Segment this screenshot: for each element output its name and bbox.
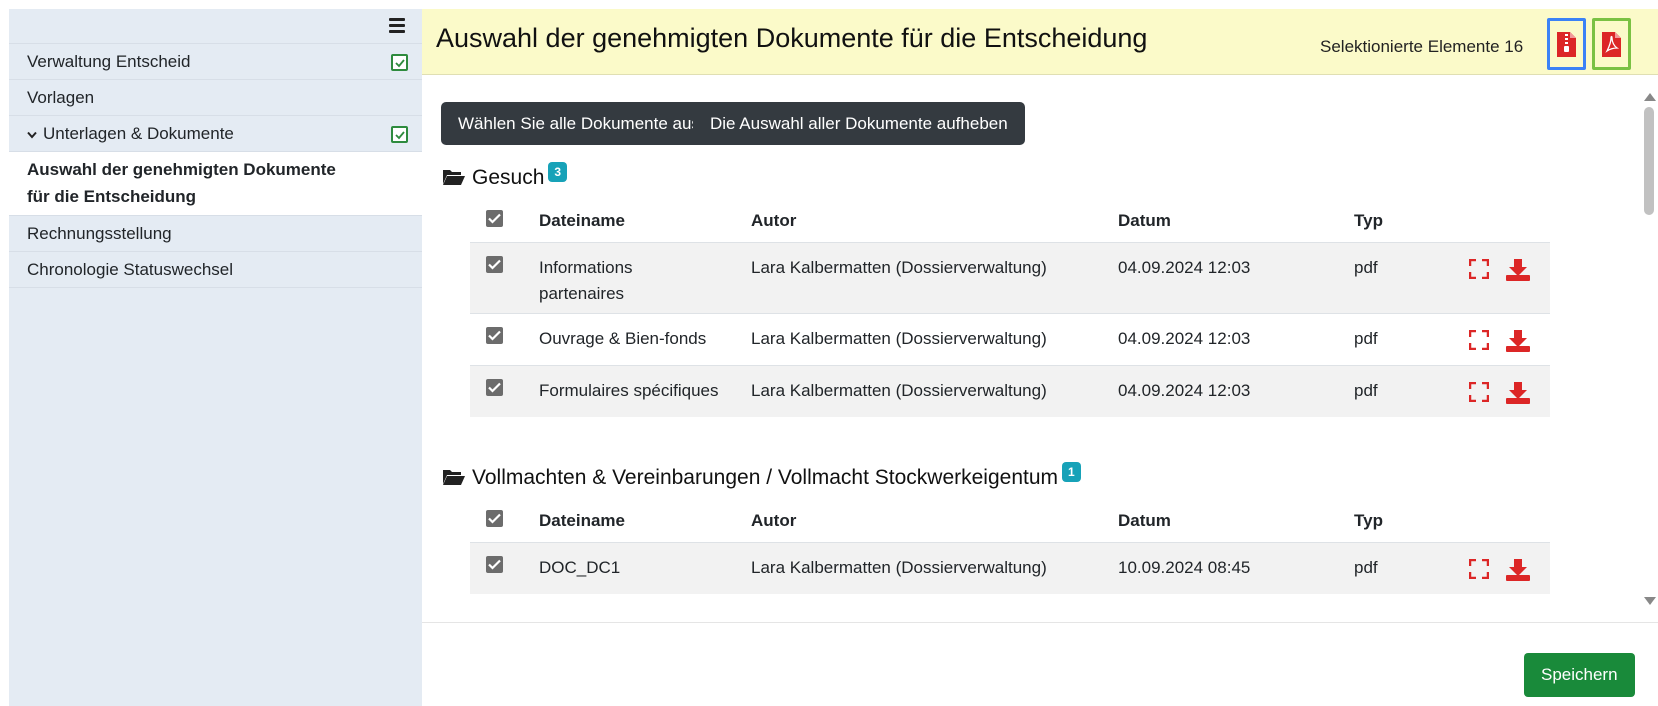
file-type: pdf — [1354, 328, 1378, 348]
hamburger-menu-icon[interactable] — [389, 18, 405, 33]
deselect-all-button[interactable]: Die Auswahl aller Dokumente aufheben — [693, 102, 1025, 145]
file-type: pdf — [1354, 257, 1378, 277]
column-header-date[interactable]: Datum — [1118, 500, 1354, 542]
sidebar-item-label: Auswahl der genehmigten Dokumente für di… — [27, 160, 336, 206]
expand-icon[interactable] — [1468, 258, 1490, 284]
check-icon — [391, 54, 408, 71]
table-row[interactable]: Ouvrage & Bien-fonds Lara Kalbermatten (… — [470, 312, 1550, 365]
scroll-down-arrow-icon[interactable] — [1644, 597, 1656, 605]
download-zip-button[interactable] — [1547, 18, 1586, 70]
column-header-type[interactable]: Typ — [1354, 200, 1469, 242]
vertical-scrollbar[interactable] — [1642, 85, 1656, 615]
file-author: Lara Kalbermatten (Dossierverwaltung) — [751, 380, 1047, 400]
table-header-row: Dateiname Autor Datum Typ — [470, 500, 1550, 542]
file-author: Lara Kalbermatten (Dossierverwaltung) — [751, 557, 1047, 577]
expand-icon[interactable] — [1468, 329, 1490, 355]
sidebar-item-auswahl-dokumente[interactable]: Auswahl der genehmigten Dokumente für di… — [9, 152, 422, 216]
pdf-file-icon — [1602, 32, 1621, 57]
section-title: Gesuch 3 — [442, 162, 568, 192]
sidebar-item-label: Vorlagen — [27, 88, 95, 107]
sidebar-item-label: Rechnungsstellung — [27, 224, 172, 243]
file-type: pdf — [1354, 557, 1378, 577]
section-title-text: Vollmachten & Vereinbarungen / Vollmacht… — [472, 466, 1059, 489]
column-header-date[interactable]: Datum — [1118, 200, 1354, 242]
count-badge: 1 — [1062, 462, 1081, 482]
table-header-row: Dateiname Autor Datum Typ — [470, 200, 1550, 242]
file-name: Formulaires spécifiques — [539, 380, 719, 400]
row-checkbox[interactable] — [486, 555, 503, 573]
document-table: Dateiname Autor Datum Typ DOC_DC1 Lara K… — [470, 500, 1550, 594]
download-icon[interactable] — [1505, 381, 1530, 409]
download-icon[interactable] — [1505, 258, 1530, 286]
column-header-name[interactable]: Dateiname — [539, 500, 751, 542]
sidebar-item-vorlagen[interactable]: Vorlagen — [9, 80, 422, 116]
sidebar-item-label: Unterlagen & Dokumente — [43, 124, 234, 143]
sidebar-item-rechnungsstellung[interactable]: Rechnungsstellung — [9, 216, 422, 252]
file-date: 10.09.2024 08:45 — [1118, 557, 1251, 577]
column-header-name[interactable]: Dateiname — [539, 200, 751, 242]
sidebar-item-verwaltung-entscheid[interactable]: Verwaltung Entscheid — [9, 44, 422, 80]
file-date: 04.09.2024 12:03 — [1118, 257, 1251, 277]
select-all-button[interactable]: Wählen Sie alle Dokumente aus — [441, 102, 717, 145]
page-header: Auswahl der genehmigten Dokumente für di… — [422, 9, 1658, 75]
check-icon — [391, 126, 408, 143]
table-row[interactable]: Informations partenaires Lara Kalbermatt… — [470, 241, 1550, 313]
main-panel: Auswahl der genehmigten Dokumente für di… — [422, 9, 1658, 706]
count-badge: 3 — [548, 162, 568, 182]
expand-icon[interactable] — [1468, 381, 1490, 407]
row-checkbox[interactable] — [486, 255, 503, 273]
save-button[interactable]: Speichern — [1524, 653, 1635, 697]
file-author: Lara Kalbermatten (Dossierverwaltung) — [751, 328, 1047, 348]
download-pdf-button[interactable] — [1592, 18, 1631, 70]
file-date: 04.09.2024 12:03 — [1118, 380, 1251, 400]
column-header-author[interactable]: Autor — [751, 200, 1118, 242]
sidebar-item-unterlagen-dokumente[interactable]: Unterlagen & Dokumente — [9, 116, 422, 152]
table-row[interactable]: Formulaires spécifiques Lara Kalbermatte… — [470, 364, 1550, 417]
sidebar-item-chronologie[interactable]: Chronologie Statuswechsel — [9, 252, 422, 288]
select-all-checkbox[interactable] — [486, 209, 503, 227]
download-icon[interactable] — [1505, 329, 1530, 357]
download-icon[interactable] — [1505, 558, 1530, 586]
file-name: Informations partenaires — [539, 257, 633, 303]
expand-icon[interactable] — [1468, 558, 1490, 584]
document-table: Dateiname Autor Datum Typ Informations p… — [470, 200, 1550, 417]
document-list: Wählen Sie alle Dokumente aus Die Auswah… — [422, 76, 1634, 621]
column-header-author[interactable]: Autor — [751, 500, 1118, 542]
scroll-up-arrow-icon[interactable] — [1644, 93, 1656, 101]
table-row[interactable]: DOC_DC1 Lara Kalbermatten (Dossierverwal… — [470, 541, 1550, 594]
row-checkbox[interactable] — [486, 326, 503, 344]
zip-file-icon — [1557, 32, 1576, 57]
page-title: Auswahl der genehmigten Dokumente für di… — [436, 23, 1148, 53]
file-name: DOC_DC1 — [539, 557, 621, 577]
footer: Speichern — [422, 622, 1658, 706]
folder-open-icon — [442, 468, 466, 492]
section-title-text: Gesuch — [472, 166, 545, 189]
sidebar: Verwaltung Entscheid Vorlagen Unterlagen… — [9, 9, 422, 706]
file-date: 04.09.2024 12:03 — [1118, 328, 1251, 348]
select-all-checkbox[interactable] — [486, 509, 503, 527]
sidebar-toolbar — [9, 9, 422, 44]
file-author: Lara Kalbermatten (Dossierverwaltung) — [751, 257, 1047, 277]
row-checkbox[interactable] — [486, 378, 503, 396]
file-type: pdf — [1354, 380, 1378, 400]
scrollbar-thumb[interactable] — [1644, 107, 1654, 215]
section-title: Vollmachten & Vereinbarungen / Vollmacht… — [442, 462, 1081, 492]
chevron-down-icon — [27, 118, 37, 153]
file-name: Ouvrage & Bien-fonds — [539, 328, 707, 348]
folder-open-icon — [442, 168, 466, 192]
sidebar-item-label: Chronologie Statuswechsel — [27, 260, 234, 279]
selected-count: Selektionierte Elemente 16 — [1320, 37, 1524, 56]
sidebar-item-label: Verwaltung Entscheid — [27, 52, 191, 71]
column-header-type[interactable]: Typ — [1354, 500, 1469, 542]
